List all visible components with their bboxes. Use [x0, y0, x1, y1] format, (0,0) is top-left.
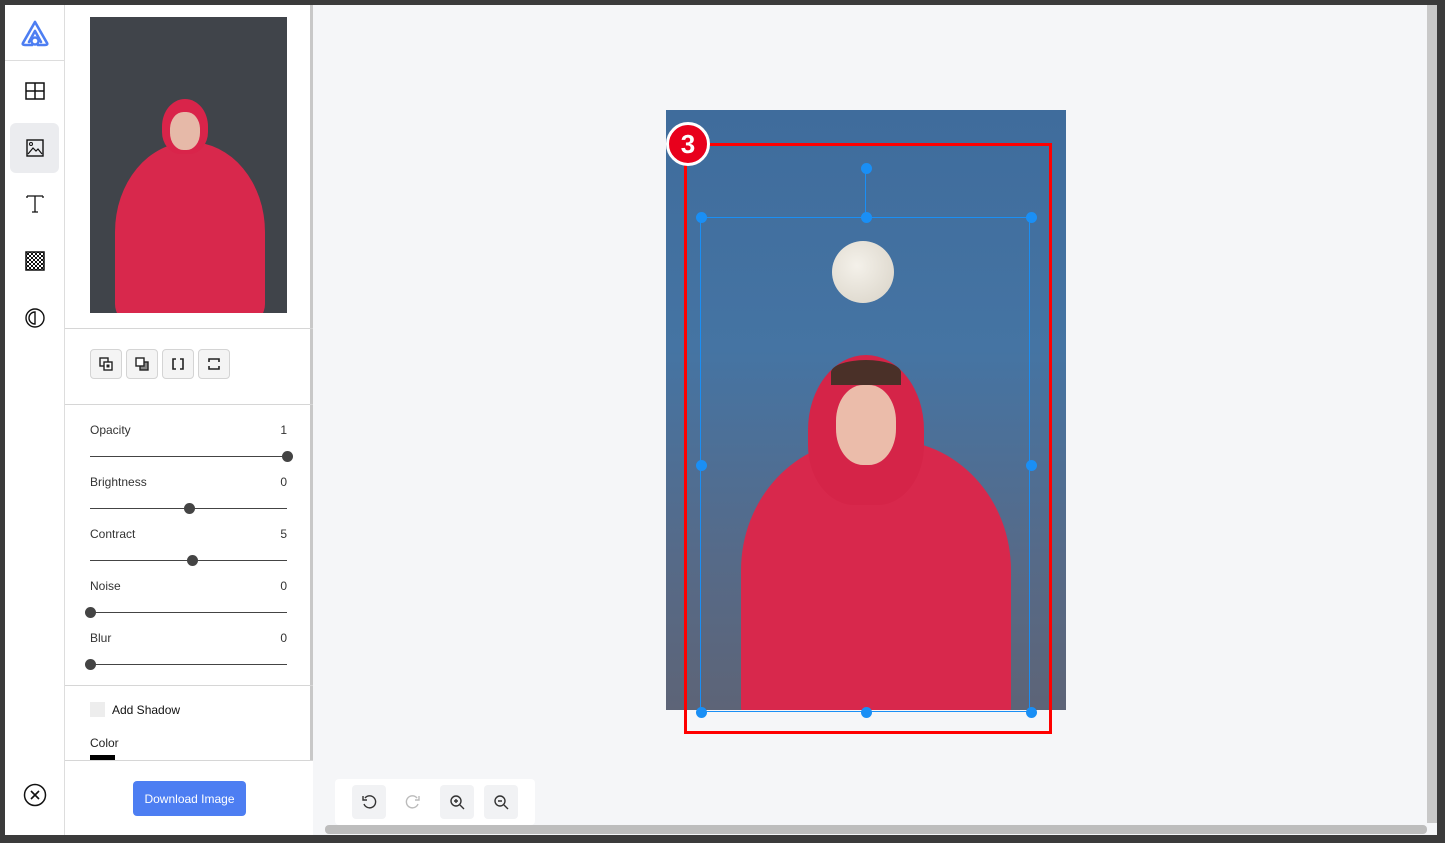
image-icon[interactable]: [10, 123, 59, 173]
tool-rail: [5, 5, 65, 835]
vertical-scrollbar[interactable]: [1427, 5, 1437, 823]
slider-value: 5: [280, 527, 287, 541]
slider-label: Brightness: [90, 475, 147, 489]
undo-icon[interactable]: [352, 785, 386, 819]
editor-window: Opacity 1 Brightness 0 Contract 5 Noise 0 Blur 0 …: [5, 5, 1437, 835]
add-shadow-checkbox[interactable]: Add Shadow: [90, 702, 180, 717]
fit-width-icon[interactable]: [162, 349, 194, 379]
slider-track[interactable]: [90, 555, 287, 566]
bring-forward-icon[interactable]: [90, 349, 122, 379]
resize-handle[interactable]: [696, 460, 707, 471]
slider-value: 0: [280, 475, 287, 489]
pattern-icon[interactable]: [10, 236, 59, 286]
close-icon[interactable]: [10, 770, 59, 820]
layout-icon[interactable]: [10, 66, 59, 116]
zoom-in-icon[interactable]: [440, 785, 474, 819]
add-shadow-label: Add Shadow: [112, 702, 181, 717]
slider-label: Noise: [90, 579, 121, 593]
slider-contract: Contract 5: [90, 527, 287, 566]
slider-thumb[interactable]: [282, 451, 293, 462]
slider-value: 0: [280, 631, 287, 645]
redo-icon[interactable]: [396, 785, 430, 819]
slider-track[interactable]: [85, 607, 287, 618]
slider-opacity: Opacity 1: [90, 423, 293, 462]
slider-thumb[interactable]: [183, 503, 195, 514]
download-image-button[interactable]: Download Image: [133, 781, 246, 816]
slider-blur: Blur 0: [85, 631, 287, 670]
resize-handle[interactable]: [1026, 707, 1037, 718]
resize-handle[interactable]: [1026, 460, 1037, 471]
slider-track[interactable]: [85, 659, 287, 670]
slider-thumb[interactable]: [187, 555, 199, 566]
slider-track[interactable]: [90, 451, 293, 462]
resize-handle[interactable]: [861, 212, 872, 223]
slider-label: Blur: [90, 631, 112, 645]
arrange-tools: [90, 349, 230, 379]
slider-track[interactable]: [90, 503, 287, 514]
checkbox[interactable]: [90, 702, 105, 717]
slider-thumb[interactable]: [85, 659, 96, 670]
app-logo: [5, 5, 64, 61]
slider-label: Opacity: [90, 423, 131, 437]
resize-handle[interactable]: [861, 707, 872, 718]
color-label: Color: [90, 736, 119, 750]
horizontal-scrollbar[interactable]: [325, 825, 1427, 834]
properties-panel: Opacity 1 Brightness 0 Contract 5 Noise 0 Blur 0 …: [65, 5, 313, 835]
slider-brightness: Brightness 0: [90, 475, 287, 514]
slider-value: 1: [280, 423, 287, 437]
zoom-toolbar: [335, 779, 535, 825]
send-backward-icon[interactable]: [126, 349, 158, 379]
fit-height-icon[interactable]: [198, 349, 230, 379]
text-icon[interactable]: [10, 179, 59, 229]
resize-handle[interactable]: [696, 707, 707, 718]
rotate-handle[interactable]: [861, 163, 872, 174]
slider-thumb[interactable]: [85, 607, 96, 618]
slider-noise: Noise 0: [85, 579, 287, 618]
step-badge: 3: [666, 122, 710, 166]
resize-handle[interactable]: [696, 212, 707, 223]
slider-value: 0: [280, 579, 287, 593]
contrast-icon[interactable]: [10, 293, 59, 343]
slider-label: Contract: [90, 527, 136, 541]
image-thumbnail[interactable]: [90, 17, 287, 313]
zoom-out-icon[interactable]: [484, 785, 518, 819]
resize-handle[interactable]: [1026, 212, 1037, 223]
selection-box[interactable]: [700, 217, 1030, 712]
